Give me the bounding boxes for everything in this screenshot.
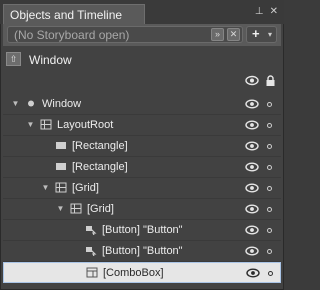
rectangle-icon <box>56 163 66 170</box>
panel-header: Objects and Timeline ⊥ ✕ <box>0 0 284 25</box>
tree-row-label: Window <box>42 98 82 110</box>
lock-toggle-icon[interactable] <box>267 123 272 128</box>
tree-row[interactable]: [Button] "Button" <box>3 241 281 262</box>
visibility-eye-icon[interactable] <box>245 204 259 214</box>
tree-row-label: [Button] "Button" <box>102 224 183 236</box>
chevron-down-icon: ▾ <box>267 30 272 39</box>
expand-toggle-icon[interactable]: ▼ <box>56 204 65 213</box>
storyboard-toolbar: (No Storyboard open) » ✕ + ▾ <box>3 24 281 46</box>
grid-icon <box>40 119 52 130</box>
tree-row[interactable]: ▼ [Grid] <box>3 178 281 199</box>
lock-toggle-icon[interactable] <box>267 249 272 254</box>
grid-icon <box>55 182 67 193</box>
tree-row-label: [Rectangle] <box>72 140 128 152</box>
tree-row[interactable]: ▼ LayoutRoot <box>3 115 281 136</box>
tree-row-label: [ComboBox] <box>103 267 164 279</box>
button-icon <box>86 247 97 256</box>
close-storyboard-icon[interactable]: ✕ <box>227 28 240 41</box>
tree-row-label: LayoutRoot <box>57 119 114 131</box>
lock-icon[interactable] <box>265 75 276 87</box>
tree-row[interactable]: [Rectangle] <box>3 157 281 178</box>
tree-row[interactable]: [Rectangle] <box>3 136 281 157</box>
storyboard-options-icon[interactable]: » <box>211 28 224 41</box>
rectangle-icon <box>56 142 66 149</box>
button-icon <box>86 226 97 235</box>
scope-label: Window <box>29 53 72 67</box>
combobox-icon <box>86 267 98 278</box>
tree-row[interactable]: [Button] "Button" <box>3 220 281 241</box>
visibility-eye-icon[interactable] <box>245 99 259 109</box>
tree-row-label: [Grid] <box>72 182 99 194</box>
window-node-icon <box>28 100 34 107</box>
tab-objects-and-timeline[interactable]: Objects and Timeline <box>3 4 145 25</box>
visibility-eye-icon[interactable] <box>245 225 259 235</box>
eye-icon[interactable] <box>245 75 259 86</box>
expand-toggle-icon[interactable]: ▼ <box>26 120 35 129</box>
scope-row: ⇧ Window <box>3 48 281 72</box>
plus-icon: + <box>252 26 260 41</box>
visibility-eye-icon[interactable] <box>245 141 259 151</box>
tree-row-label: [Grid] <box>87 203 114 215</box>
storyboard-picker-value: (No Storyboard open) <box>14 28 130 42</box>
lock-toggle-icon[interactable] <box>267 207 272 212</box>
visibility-lock-header <box>3 72 281 90</box>
visibility-eye-icon[interactable] <box>245 183 259 193</box>
scope-up-icon[interactable]: ⇧ <box>6 52 21 66</box>
new-storyboard-button[interactable]: + ▾ <box>246 26 277 43</box>
tree-row[interactable]: ▼ Window <box>3 94 281 115</box>
storyboard-picker[interactable]: (No Storyboard open) » ✕ <box>7 26 243 43</box>
tree-row-label: [Button] "Button" <box>102 245 183 257</box>
lock-toggle-icon[interactable] <box>267 186 272 191</box>
lock-toggle-icon[interactable] <box>267 144 272 149</box>
tree-row[interactable]: [ComboBox] <box>3 262 281 283</box>
close-icon[interactable]: ✕ <box>270 6 278 18</box>
tree-row-label: [Rectangle] <box>72 161 128 173</box>
lock-toggle-icon[interactable] <box>267 165 272 170</box>
lock-toggle-icon[interactable] <box>267 228 272 233</box>
visibility-eye-icon[interactable] <box>245 162 259 172</box>
visibility-eye-icon[interactable] <box>245 246 259 256</box>
tree-row[interactable]: ▼ [Grid] <box>3 199 281 220</box>
visibility-eye-icon[interactable] <box>246 268 260 278</box>
lock-toggle-icon[interactable] <box>267 102 272 107</box>
expand-toggle-icon[interactable]: ▼ <box>11 99 20 108</box>
grid-icon <box>70 203 82 214</box>
lock-toggle-icon[interactable] <box>268 271 273 276</box>
expand-toggle-icon[interactable]: ▼ <box>41 183 50 192</box>
visibility-eye-icon[interactable] <box>245 120 259 130</box>
pin-icon[interactable]: ⊥ <box>255 6 264 18</box>
